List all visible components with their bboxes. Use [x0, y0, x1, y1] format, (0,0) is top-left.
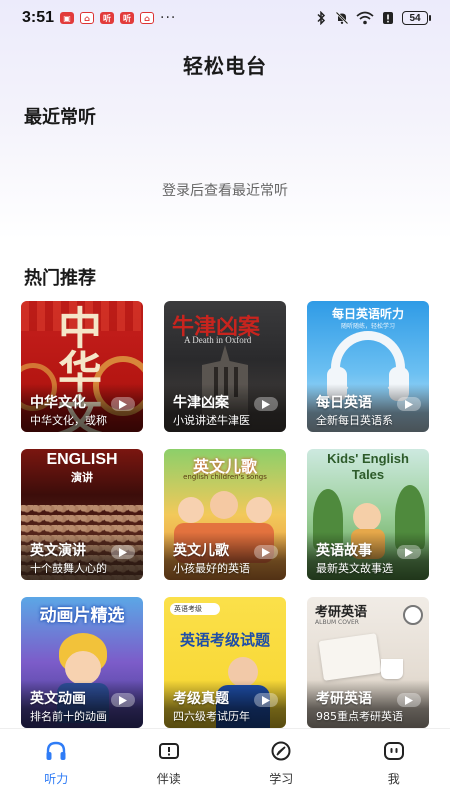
profile-icon: [383, 741, 405, 765]
app-notification-icon: 听: [120, 12, 135, 24]
hot-recommend-grid: 中华文 中华文化 中华文化，或称 牛津凶案 A Death in Oxford …: [21, 301, 431, 728]
mute-bell-icon: [335, 11, 349, 25]
compass-icon: [270, 741, 292, 765]
album-description: 全新每日英语系: [316, 414, 393, 427]
tab-study[interactable]: 学习: [241, 741, 321, 787]
app-notification-icon: ▣: [60, 12, 75, 24]
page-title: 轻松电台: [183, 54, 267, 78]
album-description: 小孩最好的英语: [173, 562, 250, 575]
album-description: 985重点考研英语: [316, 710, 403, 723]
tab-label: 学习: [269, 772, 294, 786]
album-card[interactable]: 英语考级 英语考级试题 考级真题 四六级考试历年: [164, 597, 286, 728]
app-notification-icon: ⌂: [80, 12, 95, 24]
status-time: 3:51: [22, 9, 55, 26]
tab-listen[interactable]: 听力: [16, 741, 96, 787]
play-icon[interactable]: [254, 397, 278, 411]
play-icon[interactable]: [254, 545, 278, 559]
album-title: 考级真题: [173, 691, 229, 707]
status-bar: 3:51 ▣ ⌂ 听 听 ⌂ ··· 54: [0, 0, 450, 36]
play-icon[interactable]: [111, 545, 135, 559]
play-icon[interactable]: [397, 693, 421, 707]
album-title: 英文儿歌: [173, 543, 229, 559]
play-icon[interactable]: [254, 693, 278, 707]
album-card[interactable]: ENGLISH 演讲 英文演讲 十个鼓舞人心的: [21, 449, 143, 580]
album-title: 英文动画: [30, 691, 86, 707]
app-notification-icon: ⌂: [140, 12, 155, 24]
tab-label: 伴读: [156, 772, 181, 786]
play-icon[interactable]: [397, 545, 421, 559]
album-description: 四六级考试历年: [173, 710, 250, 723]
tab-me[interactable]: 我: [354, 741, 434, 787]
recent-section-title: 最近常听: [24, 107, 96, 128]
recent-empty-login-prompt[interactable]: 登录后查看最近常听: [0, 180, 450, 200]
album-card[interactable]: 每日英语听力 随听随练，轻松学习 每日英语 全新每日英语系: [307, 301, 429, 432]
bottom-tab-bar: 听力 伴读 学习 我: [0, 728, 450, 800]
tab-read[interactable]: 伴读: [129, 741, 209, 787]
album-card[interactable]: 英文儿歌 english children's songs 英文儿歌 小孩最好的…: [164, 449, 286, 580]
album-title: 英语故事: [316, 543, 372, 559]
album-title: 英文演讲: [30, 543, 86, 559]
tab-label: 我: [387, 772, 400, 786]
album-description: 最新英文故事选: [316, 562, 393, 575]
more-notifications-icon: ···: [160, 10, 177, 26]
hot-section-title: 热门推荐: [24, 268, 96, 289]
headphones-icon: [45, 741, 67, 765]
album-card[interactable]: 动画片精选 英文动画 排名前十的动画: [21, 597, 143, 728]
album-title: 每日英语: [316, 395, 372, 411]
album-card[interactable]: 中华文 中华文化 中华文化，或称: [21, 301, 143, 432]
album-title: 牛津凶案: [173, 395, 229, 411]
album-card[interactable]: 考研英语 ALBUM COVER 考研英语 985重点考研英语: [307, 597, 429, 728]
play-icon[interactable]: [111, 693, 135, 707]
album-card[interactable]: Kids' English Tales 英语故事 最新英文故事选: [307, 449, 429, 580]
battery-icon: 54: [402, 11, 431, 25]
album-description: 十个鼓舞人心的: [30, 562, 107, 575]
play-icon[interactable]: [111, 397, 135, 411]
reader-icon: [158, 741, 180, 765]
album-description: 排名前十的动画: [30, 710, 107, 723]
album-description: 小说讲述牛津医: [173, 414, 250, 427]
wifi-icon: [356, 11, 374, 25]
app-notification-icon: 听: [100, 12, 115, 24]
tab-label: 听力: [44, 772, 69, 786]
album-title: 考研英语: [316, 691, 372, 707]
alert-icon: [381, 11, 395, 25]
album-card[interactable]: 牛津凶案 A Death in Oxford 牛津凶案 小说讲述牛津医: [164, 301, 286, 432]
play-icon[interactable]: [397, 397, 421, 411]
bluetooth-icon: [314, 11, 328, 25]
album-title: 中华文化: [30, 395, 86, 411]
album-description: 中华文化，或称: [30, 414, 107, 427]
